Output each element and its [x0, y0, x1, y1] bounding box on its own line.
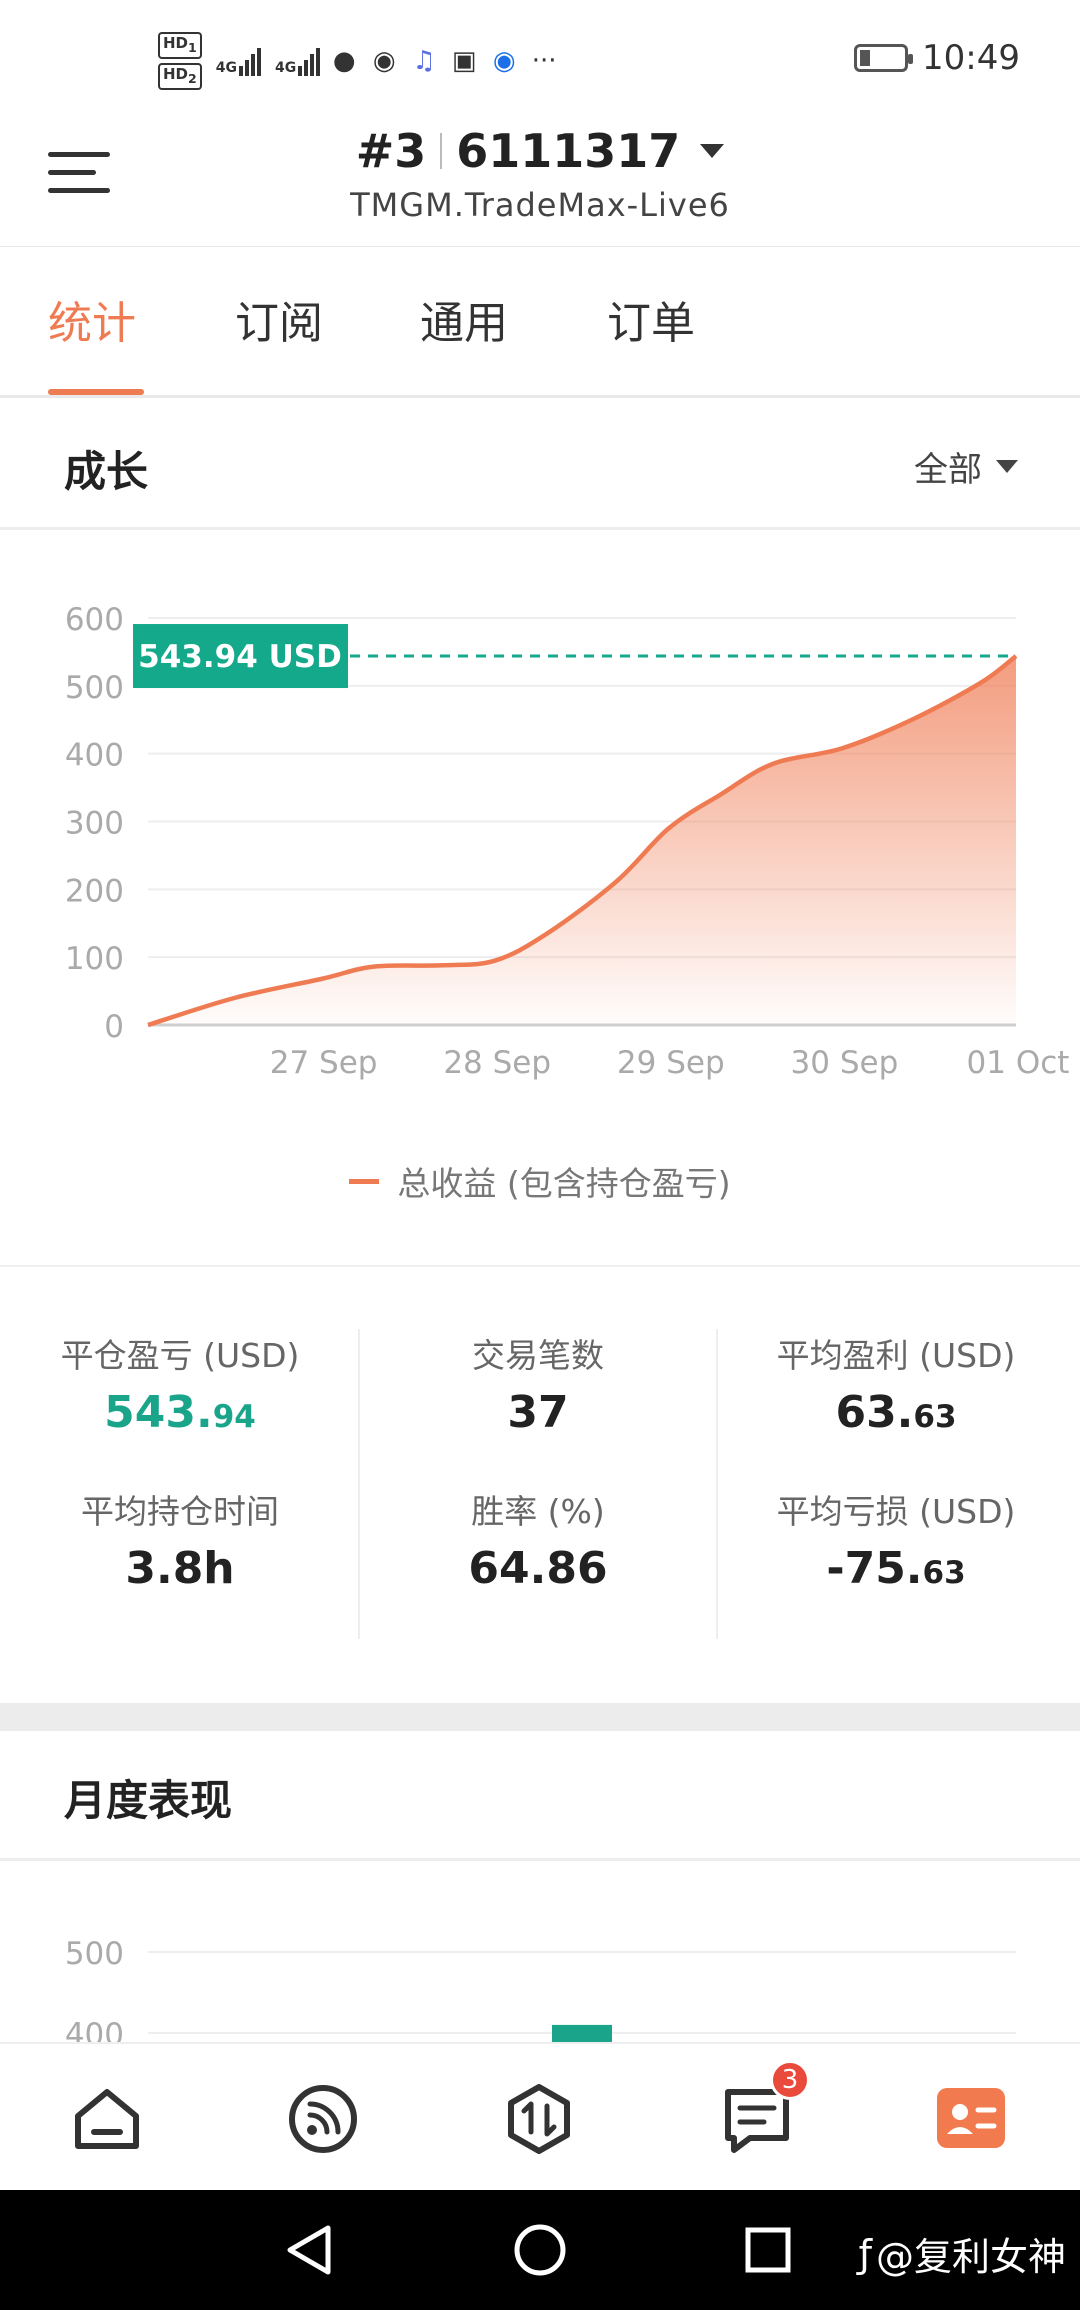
messages-badge: 3	[770, 2060, 810, 2100]
stat-label: 平仓盈亏 (USD)	[60, 1336, 300, 1375]
stat-trades: 交易笔数 37	[358, 1329, 718, 1438]
legend-swatch	[349, 1178, 380, 1184]
x-tick-label: 27 Sep	[270, 1045, 378, 1081]
y-tick-label: 300	[65, 806, 124, 842]
y-tick-label: 500	[65, 1936, 124, 1972]
tab-orders[interactable]: 订单	[607, 287, 695, 351]
y-tick-label: 100	[65, 941, 124, 977]
stat-win-rate: 胜率 (%) 64.86	[358, 1485, 718, 1594]
stat-value: 63.63	[835, 1387, 957, 1438]
y-tick-label: 500	[65, 670, 124, 706]
signal-2-icon: 4G	[275, 46, 321, 76]
stat-label: 平均亏损 (USD)	[776, 1492, 1016, 1531]
tab-stats[interactable]: 统计	[48, 287, 136, 351]
tab-bar: 统计 订阅 通用 订单	[0, 246, 1080, 398]
legend-label: 总收益 (包含持仓盈亏)	[397, 1164, 731, 1203]
monthly-section-header: 月度表现	[0, 1731, 1080, 1861]
growth-chart: 0 100 200 300 400 500 600 543.94 USD 27 Sep 28 …	[0, 533, 1080, 1267]
x-tick-label: 28 Sep	[443, 1045, 551, 1081]
growth-chart-svg: 0 100 200 300 400 500 600 543.94 USD 27 Sep 28 …	[65, 602, 1070, 1081]
monthly-title: 月度表现	[64, 1776, 233, 1825]
growth-title: 成长	[64, 447, 149, 496]
stat-value: 543.94	[104, 1387, 256, 1438]
monthly-chart: 500 400	[0, 1862, 1080, 2042]
stat-avg-loss: 平均亏损 (USD) -75.63	[716, 1485, 1076, 1594]
tab-subscribe[interactable]: 订阅	[235, 287, 323, 351]
music-icon: ♫	[412, 46, 436, 76]
y-tick-label: 600	[65, 602, 124, 638]
stat-label: 平均盈利 (USD)	[776, 1336, 1016, 1375]
battery-icon	[854, 44, 914, 72]
monthly-chart-svg: 500 400	[65, 1936, 1016, 2042]
status-bar: HD1 HD2 4G 4G ● ◉ ♫ ▣ ◉ ··· 10:49	[0, 0, 1080, 120]
y-tick-label: 0	[104, 1009, 124, 1045]
chart-legend: 总收益 (包含持仓盈亏)	[0, 1157, 1080, 1205]
home-circle-icon[interactable]	[514, 2224, 566, 2276]
x-tick-label: 29 Sep	[617, 1045, 725, 1081]
huawei-icon: ▣	[451, 46, 477, 76]
tab-general[interactable]: 通用	[420, 287, 508, 351]
trade-icon[interactable]	[502, 2082, 576, 2156]
y-tick-label: 400	[65, 738, 124, 774]
stat-avg-profit: 平均盈利 (USD) 63.63	[716, 1329, 1076, 1438]
title-divider	[440, 133, 443, 169]
stat-label: 交易笔数	[472, 1336, 604, 1375]
account-id: 6111317	[456, 124, 681, 178]
range-filter-dropdown[interactable]: 全部	[914, 442, 1018, 491]
hd-indicators: HD1 HD2	[158, 32, 202, 90]
y-tick-label: 400	[65, 2017, 124, 2042]
account-selector[interactable]: #3 6111317 TMGM.TradeMax-Live6	[0, 124, 1080, 224]
recents-icon[interactable]	[745, 2227, 791, 2273]
back-icon[interactable]	[287, 2225, 331, 2275]
stat-value: 3.8h	[125, 1543, 235, 1594]
stats-panel: 平仓盈亏 (USD) 543.94 交易笔数 37 平均盈利 (USD) 63.…	[0, 1269, 1080, 1703]
current-value-label: 543.94 USD	[138, 639, 342, 675]
x-tick-label: 01 Oct	[967, 1045, 1070, 1081]
range-filter-label: 全部	[914, 450, 982, 490]
feed-icon[interactable]	[286, 2082, 360, 2156]
series-area	[148, 656, 1016, 1025]
app-header: #3 6111317 TMGM.TradeMax-Live6	[0, 120, 1080, 246]
hd2-indicator: HD2	[158, 63, 202, 90]
system-navigation-bar: ƒ @复利女神	[0, 2190, 1080, 2310]
growth-section-header: 成长 全部	[0, 400, 1080, 530]
profile-icon[interactable]	[934, 2082, 1008, 2156]
status-left: HD1 HD2 4G 4G ● ◉ ♫ ▣ ◉ ···	[158, 32, 560, 90]
stat-closed-pl: 平仓盈亏 (USD) 543.94	[0, 1329, 360, 1438]
active-tab-indicator	[48, 389, 144, 395]
watermark-text: @复利女神	[875, 2235, 1066, 2279]
watermark: ƒ @复利女神	[859, 2226, 1066, 2281]
stat-value: 64.86	[468, 1543, 608, 1594]
messages-icon[interactable]: 3	[720, 2060, 810, 2156]
qq-icon: ●	[332, 46, 356, 76]
hd1-indicator: HD1	[158, 32, 202, 59]
stat-value: -75.63	[826, 1543, 966, 1594]
section-separator	[0, 1703, 1080, 1731]
chevron-down-icon	[996, 460, 1018, 473]
chat-icon: ◉	[372, 46, 396, 76]
bulb-icon: ◉	[492, 46, 516, 76]
stat-label: 平均持仓时间	[81, 1492, 279, 1531]
chevron-down-icon	[700, 144, 725, 158]
stat-label: 胜率 (%)	[471, 1492, 605, 1531]
account-prefix: #3	[355, 124, 427, 178]
signal-1-icon: 4G	[216, 46, 261, 76]
watermark-logo-icon: ƒ	[858, 2231, 872, 2276]
clock: 10:49	[922, 38, 1020, 78]
more-notifications: ···	[531, 46, 557, 76]
status-right: 10:49	[854, 38, 1020, 78]
bottom-navigation: 3	[0, 2042, 1080, 2190]
stat-value: 37	[507, 1387, 569, 1438]
server-name: TMGM.TradeMax-Live6	[350, 186, 730, 224]
stat-avg-hold: 平均持仓时间 3.8h	[0, 1485, 360, 1594]
home-icon[interactable]	[70, 2082, 144, 2156]
y-tick-label: 200	[65, 873, 124, 909]
month-bar	[552, 2024, 612, 2042]
x-tick-label: 30 Sep	[791, 1045, 899, 1081]
